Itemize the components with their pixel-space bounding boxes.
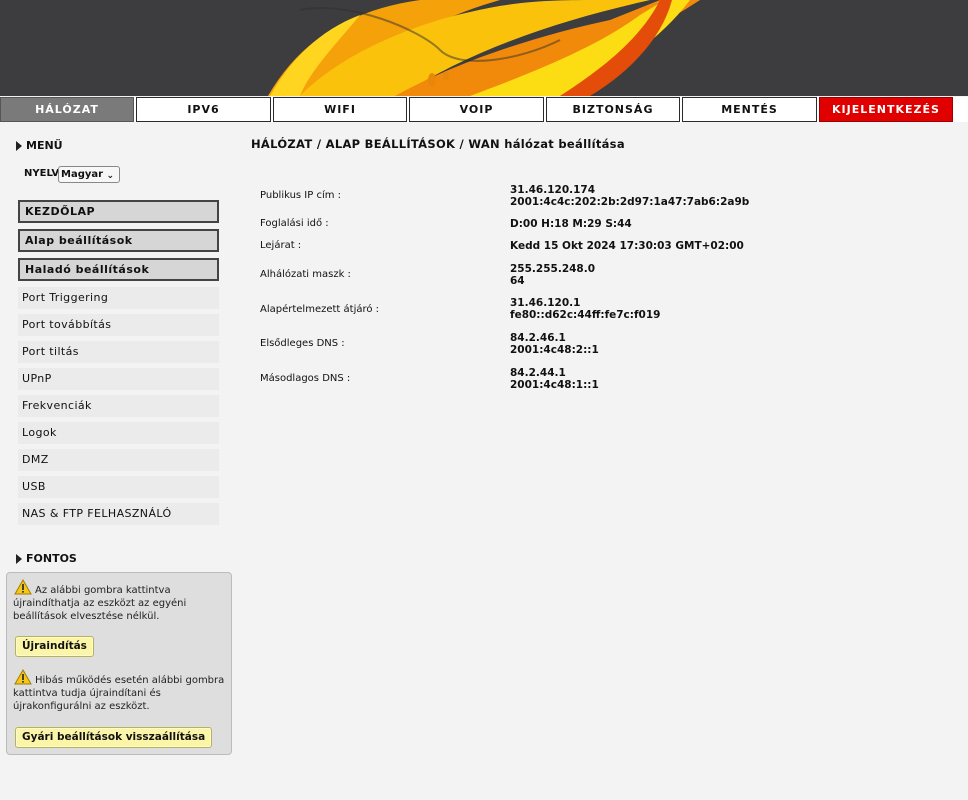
tab-mentes[interactable]: MENTÉS: [682, 97, 817, 122]
lease-time-value: D:00 H:18 M:29 S:44: [510, 218, 632, 230]
default-gateway-label: Alapértelmezett átjáró :: [260, 304, 380, 315]
tab-halozat[interactable]: HÁLÓZAT: [0, 97, 134, 122]
lease-time-label: Foglalási idő :: [260, 218, 329, 229]
factory-reset-button[interactable]: Gyári beállítások visszaállítása: [15, 727, 213, 748]
sidebar-item-usb[interactable]: USB: [18, 476, 219, 498]
secondary-dns-value: 84.2.44.1 2001:4c48:1::1: [510, 367, 599, 391]
sidebar-item-port-forwarding[interactable]: Port továbbítás: [18, 314, 219, 336]
header-banner: [0, 0, 968, 96]
advanced-settings-button[interactable]: Haladó beállítások: [18, 258, 219, 281]
language-label: NYELV: [24, 168, 60, 179]
flame-logo-graphic: [268, 0, 700, 96]
primary-dns-label: Elsődleges DNS :: [260, 338, 345, 349]
primary-dns-v4: 84.2.46.1: [510, 332, 566, 344]
public-ip-v4: 31.46.120.174: [510, 184, 596, 196]
language-select[interactable]: Magyar ⌄: [58, 166, 120, 183]
sidebar-item-frequencies[interactable]: Frekvenciák: [18, 395, 219, 417]
basic-settings-button[interactable]: Alap beállítások: [18, 229, 219, 252]
home-button[interactable]: KEZDŐLAP: [18, 200, 219, 223]
important-info-box: Az alábbi gombra kattintva újraindíthatj…: [6, 572, 232, 755]
triangle-right-icon: [16, 140, 22, 151]
expiry-label: Lejárat :: [260, 240, 302, 251]
language-select-value: Magyar: [61, 169, 104, 180]
reset-info-text: Hibás működés esetén alábbi gombra katti…: [13, 675, 225, 712]
tab-ipv6[interactable]: IPV6: [136, 97, 271, 122]
subnet-mask-label: Alhálózati maszk :: [260, 269, 351, 280]
tab-kijelentkezes[interactable]: KIJELENTKEZÉS: [819, 97, 953, 122]
sidebar-item-upnp[interactable]: UPnP: [18, 368, 219, 390]
default-gateway-v4: 31.46.120.1: [510, 297, 581, 309]
secondary-dns-v4: 84.2.44.1: [510, 367, 566, 379]
sidebar-item-logs[interactable]: Logok: [18, 422, 219, 444]
sidebar-item-port-triggering[interactable]: Port Triggering: [18, 287, 219, 309]
menu-heading-label: MENÜ: [26, 139, 63, 152]
public-ip-label: Publikus IP cím :: [260, 190, 342, 201]
sidebar-item-dmz[interactable]: DMZ: [18, 449, 219, 471]
tab-wifi[interactable]: WIFI: [273, 97, 407, 122]
menu-heading: MENÜ: [16, 139, 63, 152]
sidebar-item-port-blocking[interactable]: Port tiltás: [18, 341, 219, 363]
important-heading-label: FONTOS: [26, 552, 77, 565]
primary-dns-v6: 2001:4c48:2::1: [510, 344, 599, 356]
primary-dns-value: 84.2.46.1 2001:4c48:2::1: [510, 332, 599, 356]
chevron-down-icon: ⌄: [106, 171, 114, 181]
expiry-value: Kedd 15 Okt 2024 17:30:03 GMT+02:00: [510, 240, 744, 252]
public-ip-v6: 2001:4c4c:202:2b:2d97:1a47:7ab6:2a9b: [510, 196, 750, 208]
important-heading: FONTOS: [16, 552, 77, 565]
public-ip-value: 31.46.120.174 2001:4c4c:202:2b:2d97:1a47…: [510, 184, 749, 208]
default-gateway-v6: fe80::d62c:44ff:fe7c:f019: [510, 309, 661, 321]
triangle-right-icon: [16, 553, 22, 564]
breadcrumb: HÁLÓZAT / ALAP BEÁLLÍTÁSOK / WAN hálózat…: [251, 137, 625, 151]
secondary-dns-label: Másodlagos DNS :: [260, 373, 351, 384]
default-gateway-value: 31.46.120.1 fe80::d62c:44ff:fe7c:f019: [510, 297, 660, 321]
tab-voip[interactable]: VOIP: [409, 97, 544, 122]
restart-button[interactable]: Újraindítás: [15, 636, 94, 657]
subnet-mask-value: 255.255.248.0 64: [510, 263, 595, 287]
sidebar-item-nas-ftp[interactable]: NAS & FTP FELHASZNÁLÓ: [18, 503, 219, 525]
main-nav: HÁLÓZAT IPV6 WIFI VOIP BIZTONSÁG MENTÉS …: [0, 97, 968, 122]
secondary-dns-v6: 2001:4c48:1::1: [510, 379, 599, 391]
subnet-mask-v4: 255.255.248.0: [510, 263, 596, 275]
subnet-mask-v6: 64: [510, 275, 525, 287]
restart-info-text: Az alábbi gombra kattintva újraindíthatj…: [13, 585, 187, 622]
tab-biztonsag[interactable]: BIZTONSÁG: [546, 97, 680, 122]
